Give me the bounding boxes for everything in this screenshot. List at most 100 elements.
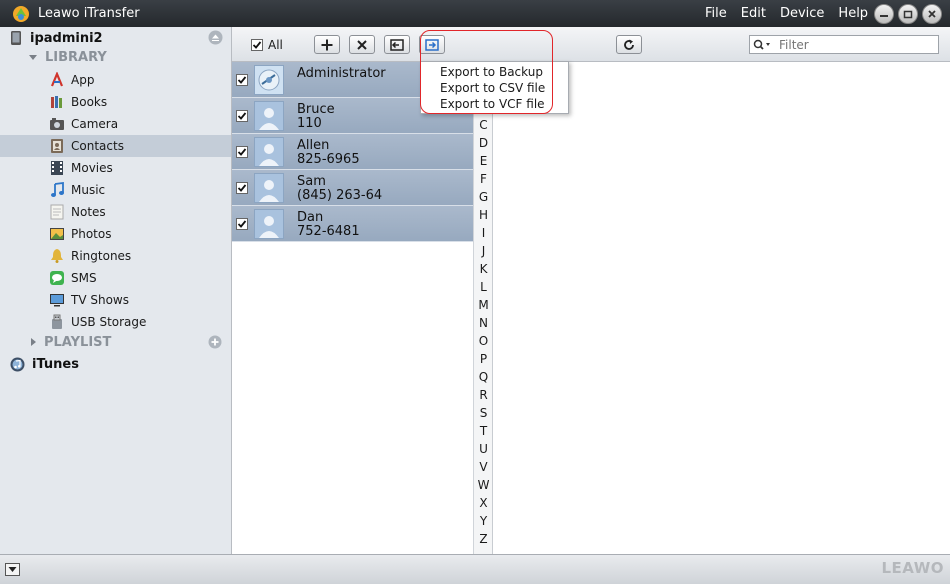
- collapse-arrow-icon: [29, 54, 37, 60]
- export-to-backup[interactable]: Export to Backup: [440, 65, 543, 79]
- books-icon: [49, 94, 65, 110]
- search-box[interactable]: [749, 35, 939, 54]
- app-store-icon: [49, 72, 65, 88]
- menu-file[interactable]: File: [705, 6, 727, 21]
- alpha-letter[interactable]: U: [474, 442, 493, 456]
- camera-icon: [49, 116, 65, 132]
- contact-checkbox[interactable]: [236, 182, 248, 194]
- contact-row[interactable]: Allen 825-6965: [232, 134, 473, 170]
- sidebar-item-books[interactable]: Books: [0, 91, 231, 113]
- menu-help[interactable]: Help: [838, 6, 868, 21]
- alpha-letter[interactable]: Q: [474, 370, 493, 384]
- alpha-letter[interactable]: S: [474, 406, 493, 420]
- alpha-letter[interactable]: K: [474, 262, 493, 276]
- sidebar-item-ringtones[interactable]: Ringtones: [0, 245, 231, 267]
- device-name: ipadmini2: [30, 30, 103, 46]
- restore-button[interactable]: [898, 4, 918, 24]
- checkmark-icon: [237, 112, 247, 120]
- alpha-letter[interactable]: N: [474, 316, 493, 330]
- ipad-icon: [11, 31, 21, 45]
- contact-name: Dan: [297, 210, 324, 225]
- sidebar-item-label: Books: [71, 95, 108, 109]
- itunes-icon: [10, 357, 25, 371]
- contact-checkbox[interactable]: [236, 110, 248, 122]
- sidebar-item-label: SMS: [71, 271, 97, 285]
- select-all[interactable]: All: [251, 38, 283, 52]
- delete-button[interactable]: [349, 35, 375, 54]
- sidebar-item-tv-shows[interactable]: TV Shows: [0, 289, 231, 311]
- sidebar-item-contacts[interactable]: Contacts: [0, 135, 231, 157]
- contact-phone: (845) 263-64: [297, 188, 383, 203]
- alpha-letter[interactable]: X: [474, 496, 493, 510]
- select-all-checkbox[interactable]: [251, 39, 263, 51]
- alpha-letter[interactable]: W: [474, 478, 493, 492]
- alpha-letter[interactable]: J: [474, 244, 493, 258]
- plus-icon: [321, 39, 333, 50]
- refresh-button[interactable]: [616, 35, 642, 54]
- contact-checkbox[interactable]: [236, 146, 248, 158]
- add-button[interactable]: [314, 35, 340, 54]
- sidebar-library-header[interactable]: LIBRARY: [0, 46, 231, 68]
- person-avatar-icon: [254, 101, 284, 131]
- minimize-button[interactable]: [874, 4, 894, 24]
- contact-checkbox[interactable]: [236, 74, 248, 86]
- sidebar-item-label: Contacts: [71, 139, 124, 153]
- eject-icon[interactable]: [208, 30, 223, 45]
- sidebar-item-notes[interactable]: Notes: [0, 201, 231, 223]
- alpha-letter[interactable]: T: [474, 424, 493, 438]
- alpha-letter[interactable]: L: [474, 280, 493, 294]
- sidebar-item-movies[interactable]: Movies: [0, 157, 231, 179]
- admin-avatar-icon: [254, 65, 284, 95]
- contact-row[interactable]: Sam (845) 263-64: [232, 170, 473, 206]
- sidebar-item-label: Music: [71, 183, 106, 197]
- sidebar-item-sms[interactable]: SMS: [0, 267, 231, 289]
- alpha-letter[interactable]: Z: [474, 532, 493, 546]
- person-avatar-icon: [254, 137, 284, 167]
- alpha-letter[interactable]: G: [474, 190, 493, 204]
- contact-checkbox[interactable]: [236, 218, 248, 230]
- menu-device[interactable]: Device: [780, 6, 824, 21]
- add-playlist-icon[interactable]: [208, 335, 222, 349]
- alpha-letter[interactable]: Y: [474, 514, 493, 528]
- sidebar-item-music[interactable]: Music: [0, 179, 231, 201]
- alpha-letter[interactable]: H: [474, 208, 493, 222]
- alpha-letter[interactable]: F: [474, 172, 493, 186]
- alpha-letter[interactable]: M: [474, 298, 493, 312]
- sidebar-item-label: App: [71, 73, 95, 87]
- restore-icon: [903, 10, 913, 19]
- import-icon: [390, 38, 404, 51]
- checkmark-icon: [237, 76, 247, 84]
- sidebar-itunes[interactable]: iTunes: [0, 353, 231, 375]
- contact-phone: 825-6965: [297, 152, 360, 167]
- export-icon: [425, 38, 439, 51]
- alpha-letter[interactable]: R: [474, 388, 493, 402]
- sidebar-item-camera[interactable]: Camera: [0, 113, 231, 135]
- toggle-panel-button[interactable]: [5, 563, 20, 576]
- search-icon: [753, 39, 770, 50]
- contact-name: Sam: [297, 174, 326, 189]
- alpha-letter[interactable]: O: [474, 334, 493, 348]
- menu-edit[interactable]: Edit: [741, 6, 766, 21]
- export-button[interactable]: [419, 35, 445, 54]
- export-to-csv[interactable]: Export to CSV file: [440, 81, 545, 95]
- status-bar: LEAWO: [0, 554, 950, 584]
- contact-row[interactable]: Dan 752-6481: [232, 206, 473, 242]
- sidebar-item-usb-storage[interactable]: USB Storage: [0, 311, 231, 333]
- search-input[interactable]: [779, 37, 929, 52]
- alpha-letter[interactable]: C: [474, 118, 493, 132]
- alphabet-index: C D E F G H I J K L M N O P Q R S T U V …: [473, 62, 493, 554]
- alpha-letter[interactable]: I: [474, 226, 493, 240]
- x-icon: [357, 39, 367, 50]
- alpha-letter[interactable]: E: [474, 154, 493, 168]
- sms-icon: [49, 270, 65, 286]
- export-to-vcf[interactable]: Export to VCF file: [440, 97, 545, 111]
- sidebar-item-photos[interactable]: Photos: [0, 223, 231, 245]
- import-button[interactable]: [384, 35, 410, 54]
- sidebar-playlist-header[interactable]: PLAYLIST: [0, 331, 231, 353]
- alpha-letter[interactable]: D: [474, 136, 493, 150]
- alpha-letter[interactable]: P: [474, 352, 493, 366]
- brand-logo: LEAWO: [881, 559, 944, 577]
- alpha-letter[interactable]: V: [474, 460, 493, 474]
- close-button[interactable]: [922, 4, 942, 24]
- sidebar-item-app[interactable]: App: [0, 69, 231, 91]
